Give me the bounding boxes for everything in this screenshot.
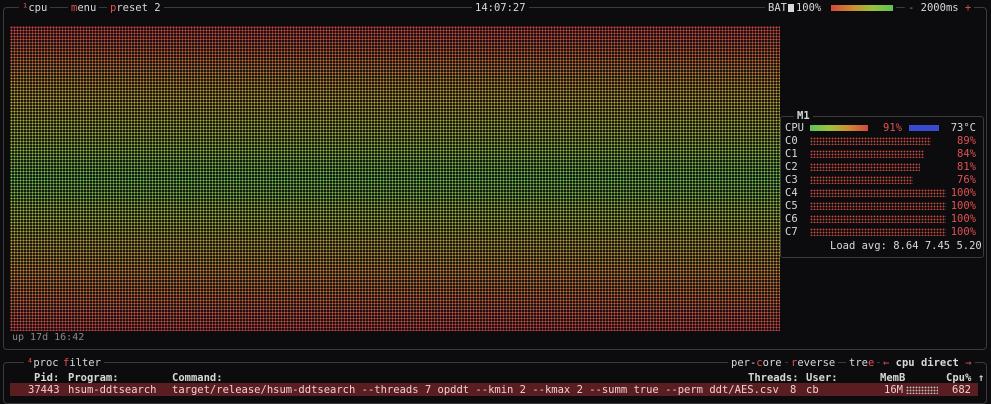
sort-selector[interactable]: ← cpu direct → <box>880 357 975 369</box>
core-pct: 84% <box>957 148 976 160</box>
load-avg-label: Load avg: <box>830 240 887 252</box>
interval-value: 2000ms <box>920 2 959 14</box>
proc-tab-label: proc <box>33 357 59 369</box>
cpu-total-bar <box>810 125 868 131</box>
core-name: C4 <box>785 187 798 199</box>
tree-toggle[interactable]: tree <box>846 357 878 369</box>
core-usage-bar <box>810 189 946 197</box>
per-core-label-a: per- <box>731 357 757 369</box>
interval-decrease[interactable]: - <box>908 2 914 14</box>
proc-tab[interactable]: ⁴proc <box>24 357 62 369</box>
core-row: C6 100% <box>785 213 980 225</box>
core-row: C0 89% <box>785 135 980 147</box>
core-usage-bar <box>810 163 920 171</box>
cpu-total-row: CPU 91% 73°C <box>785 122 980 134</box>
core-pct: 89% <box>957 135 976 147</box>
core-pct: 100% <box>950 226 976 238</box>
core-usage-bar <box>810 202 946 210</box>
core-usage-bar <box>810 215 946 223</box>
cpu-temp: 73°C <box>950 122 976 134</box>
tree-label: tre <box>849 357 868 369</box>
row-pid: 37443 <box>28 384 60 396</box>
core-name: C5 <box>785 200 798 212</box>
core-name: C7 <box>785 226 798 238</box>
sort-direction-icon: ↑ <box>978 372 985 384</box>
core-name: C0 <box>785 135 798 147</box>
load-avg-values: 8.64 7.45 5.20 <box>893 240 982 252</box>
interval-control[interactable]: - 2000ms + <box>905 2 975 14</box>
load-avg: Load avg: 8.64 7.45 5.20 <box>830 240 982 252</box>
clock: 14:07:27 <box>472 2 529 14</box>
row-threads: 8 <box>790 384 797 396</box>
cpu-temp-bar <box>909 125 939 131</box>
core-name: C2 <box>785 161 798 173</box>
per-core-toggle[interactable]: per-core <box>728 357 785 369</box>
preset-label: reset 2 <box>116 2 161 14</box>
core-panel-title: M1 <box>794 110 813 122</box>
core-row: C7 100% <box>785 226 980 238</box>
row-program: hsum-ddtsearch <box>68 384 157 396</box>
core-pct: 100% <box>950 213 976 225</box>
core-pct: 81% <box>957 161 976 173</box>
core-name: C3 <box>785 174 798 186</box>
sort-left-arrow[interactable]: ← <box>883 357 889 369</box>
battery-meter <box>830 5 893 11</box>
row-command: target/release/hsum-ddtsearch --threads … <box>172 384 779 396</box>
core-usage-bar <box>810 137 931 145</box>
interval-increase[interactable]: + <box>965 2 971 14</box>
core-row: C5 100% <box>785 200 980 212</box>
core-pct: 76% <box>957 174 976 186</box>
cpu-tab[interactable]: ¹cpu <box>19 2 51 14</box>
core-row: C2 81% <box>785 161 980 173</box>
battery-label: BAT <box>768 2 787 14</box>
cpu-total-label: CPU <box>785 122 804 134</box>
filter-label: ilter <box>69 357 101 369</box>
core-row: C3 76% <box>785 174 980 186</box>
uptime: up 17d 16:42 <box>12 332 85 343</box>
per-core-label-b: ore <box>762 357 782 369</box>
core-pct: 100% <box>950 187 976 199</box>
sort-right-arrow[interactable]: → <box>965 357 971 369</box>
row-cpu: 682 <box>952 384 971 396</box>
menu-button[interactable]: menu <box>68 2 100 14</box>
battery-pct: 100% <box>795 2 822 14</box>
battery-status: BAT 100% <box>765 2 896 14</box>
cpu-graph <box>10 26 780 331</box>
core-row: C4 100% <box>785 187 980 199</box>
reverse-toggle[interactable]: reverse <box>788 357 839 369</box>
row-memb: 16M <box>884 384 903 396</box>
core-pct: 100% <box>950 200 976 212</box>
tree-hotkey: e <box>867 357 875 369</box>
reverse-label: everse <box>797 357 836 369</box>
core-usage-bar <box>810 150 924 158</box>
core-row: C1 84% <box>785 148 980 160</box>
preset-button[interactable]: preset 2 <box>107 2 164 14</box>
menu-label: enu <box>77 2 97 14</box>
core-name: C1 <box>785 148 798 160</box>
row-user: cb <box>806 384 819 396</box>
core-usage-bar <box>810 228 946 236</box>
filter-button[interactable]: filter <box>60 357 104 369</box>
cpu-total-pct: 91% <box>883 122 902 134</box>
core-usage-bar <box>810 176 913 184</box>
battery-icon <box>787 4 794 12</box>
cpu-tab-label: cpu <box>28 2 48 14</box>
core-name: C6 <box>785 213 798 225</box>
sort-label: cpu direct <box>895 357 959 369</box>
row-cpu-meter <box>906 386 938 394</box>
